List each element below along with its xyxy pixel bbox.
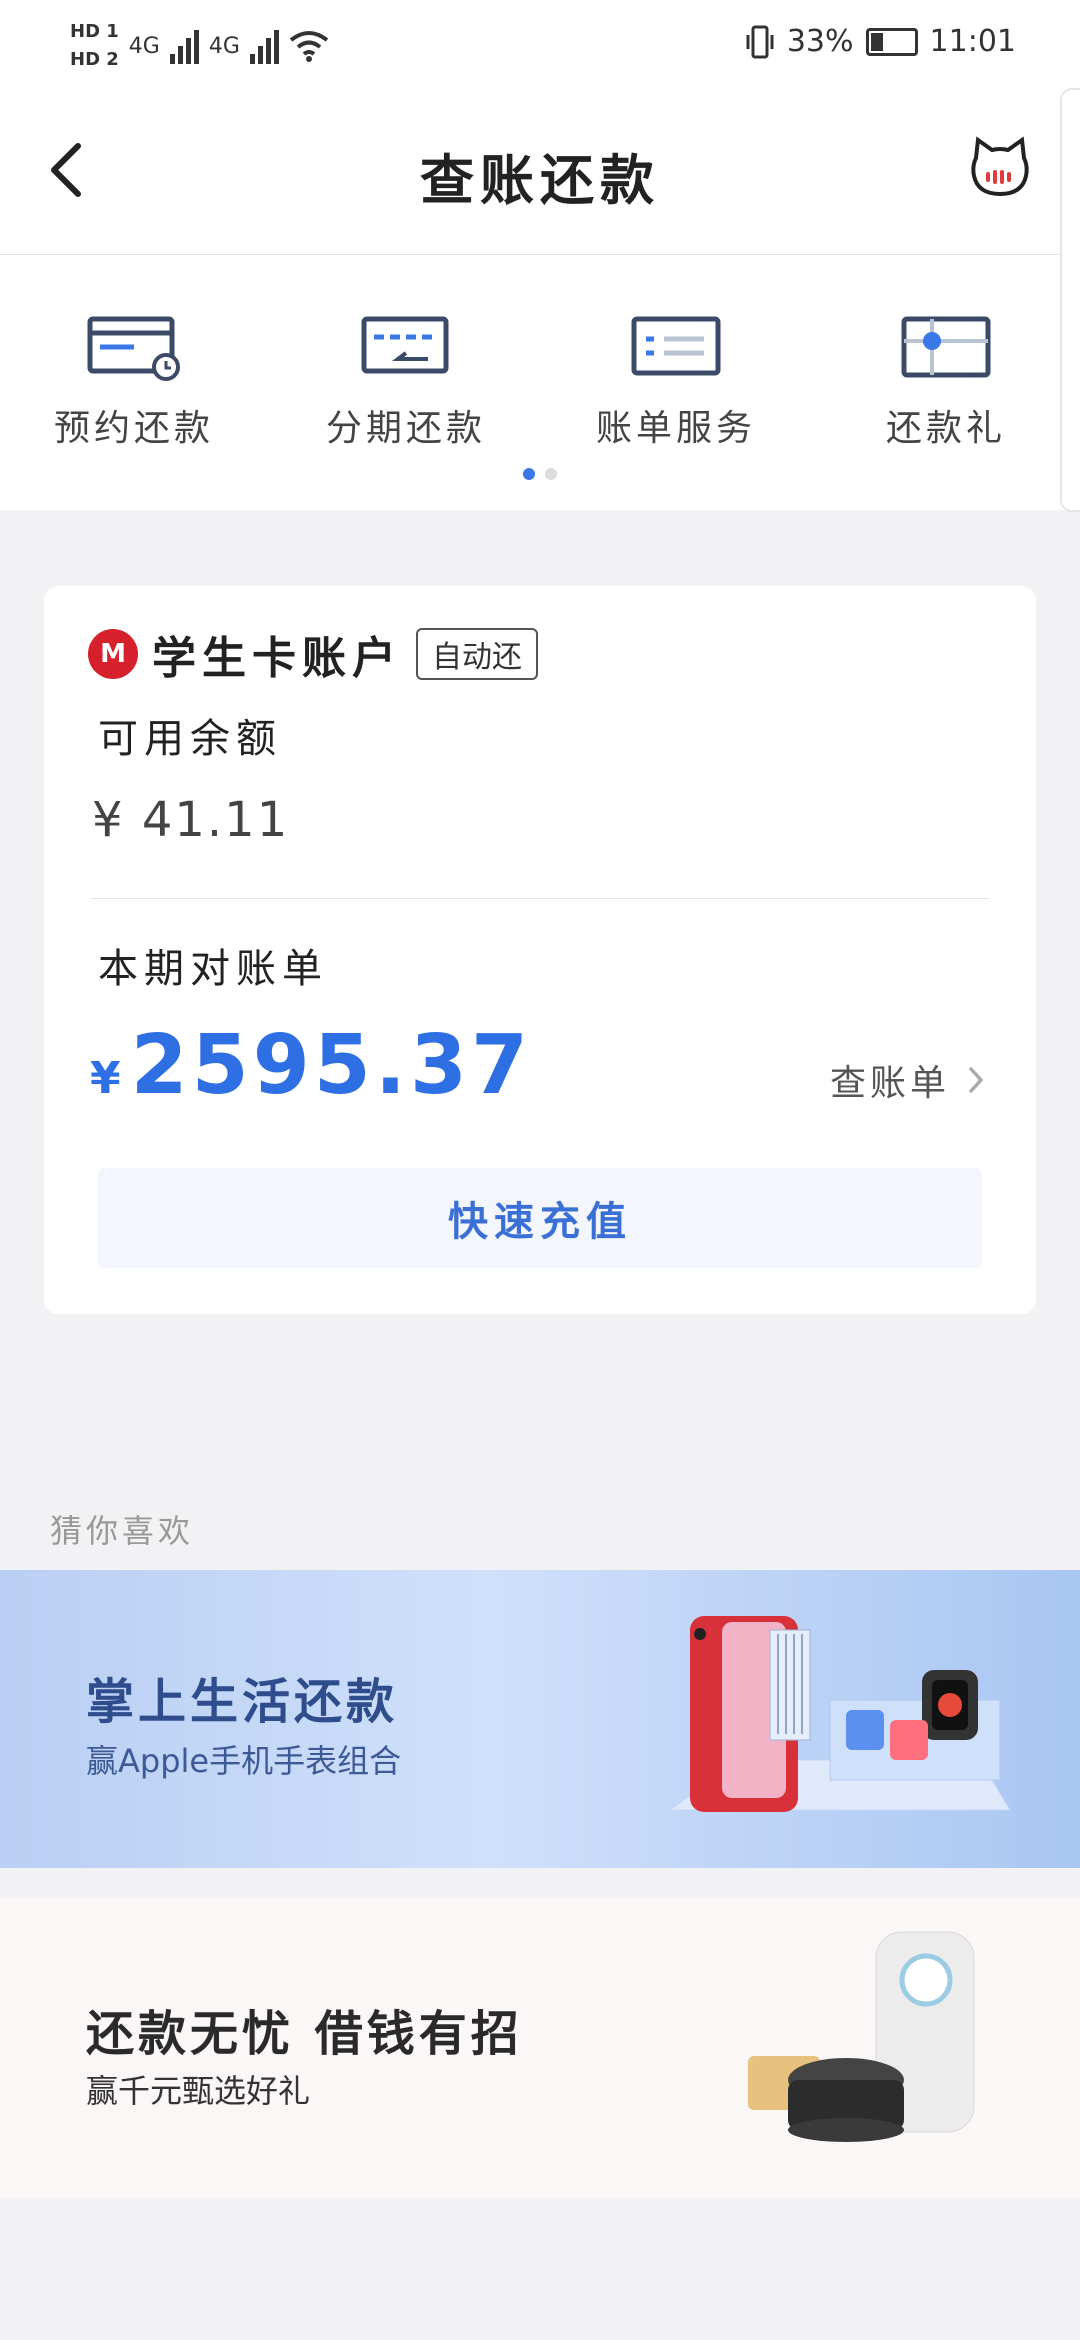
menu-label-installment: 分期还款 (325, 408, 486, 449)
installment-icon (361, 316, 449, 374)
nav-bar: 查账还款 (0, 88, 1080, 255)
account-name: 学生卡账户 (152, 633, 402, 684)
menu-item-installment[interactable]: 分期还款 (306, 315, 506, 451)
scheduled-repay-icon (87, 316, 180, 381)
divider (90, 898, 990, 899)
account-card: M 学生卡账户 自动还 可用余额 ¥ 41.11 本期对账单 ¥2595.37 … (44, 586, 1036, 1314)
sim2-label: HD 2 (70, 49, 119, 70)
page-title: 查账还款 (420, 149, 660, 212)
menu-label-repay-gift: 还款礼 (885, 408, 1006, 449)
sim1-label: HD 1 (70, 21, 119, 42)
wifi-icon (289, 31, 329, 62)
assistant-cat-icon[interactable] (968, 136, 1032, 200)
status-left: HD 1 HD 2 4G 4G (70, 18, 329, 74)
signal-icon (249, 28, 279, 64)
banner2-title: 还款无忧 借钱有招 (86, 2006, 523, 2062)
available-currency: ¥ (92, 792, 125, 848)
status-bar: HD 1 HD 2 4G 4G 33% 11:01 (0, 0, 1080, 88)
page-dot-active (523, 468, 535, 480)
menu-label-bill-service: 账单服务 (595, 408, 756, 449)
recommend-section-title: 猜你喜欢 (50, 1512, 195, 1550)
current-bill-amount: ¥2595.37 (90, 1018, 532, 1113)
phone-watch-illustration (668, 1616, 1011, 1812)
available-balance: ¥ 41.11 (92, 792, 289, 848)
view-bill-link[interactable]: 查账单 (830, 1054, 984, 1106)
promo-banner-gift[interactable]: 还款无忧 借钱有招 赢千元甄选好礼 (0, 1898, 1080, 2198)
banner1-subtitle: 赢Apple手机手表组合 (86, 1742, 402, 1780)
page-dot (545, 468, 557, 480)
appliance-illustration (748, 1931, 975, 2142)
menu-item-bill-service[interactable]: 账单服务 (576, 315, 776, 451)
page-indicator (523, 468, 557, 480)
battery-icon (865, 27, 918, 56)
status-right: 33% 11:01 (745, 24, 1016, 59)
view-bill-label: 查账单 (829, 1063, 950, 1104)
sim-indicators: HD 1 HD 2 (70, 18, 119, 74)
menu-label-scheduled-repay: 预约还款 (53, 408, 214, 449)
bank-logo-icon: M (88, 629, 138, 679)
menu-item-repay-gift[interactable]: 还款礼 (846, 315, 1046, 451)
network2-label: 4G (208, 33, 240, 59)
banner2-subtitle: 赢千元甄选好礼 (86, 2072, 311, 2110)
vibrate-icon (746, 25, 774, 58)
quick-recharge-button[interactable]: 快速充值 (98, 1168, 982, 1268)
bill-service-icon (631, 316, 721, 376)
auto-repay-badge: 自动还 (416, 628, 538, 680)
chevron-right-icon (969, 1067, 984, 1093)
signal-icon (169, 28, 199, 64)
battery-percent: 33% (786, 24, 854, 59)
network1-label: 4G (128, 33, 160, 59)
available-amount: 41.11 (141, 792, 290, 848)
current-bill-label: 本期对账单 (98, 946, 328, 992)
menu-item-scheduled-repay[interactable]: 预约还款 (34, 315, 234, 451)
available-balance-label: 可用余额 (98, 716, 282, 762)
bill-currency: ¥ (90, 1053, 121, 1104)
quick-menu: 预约还款 分期还款 账单服务 还款礼 (0, 255, 1080, 510)
repay-gift-icon (901, 316, 991, 378)
banner1-title: 掌上生活还款 (86, 1674, 399, 1730)
clock: 11:01 (929, 24, 1016, 59)
account-header: M 学生卡账户 自动还 (88, 622, 538, 686)
promo-banner-apple[interactable]: 掌上生活还款 赢Apple手机手表组合 (0, 1570, 1080, 1868)
side-floating-tab[interactable] (1060, 88, 1080, 512)
bill-amount: 2595.37 (130, 1018, 533, 1113)
